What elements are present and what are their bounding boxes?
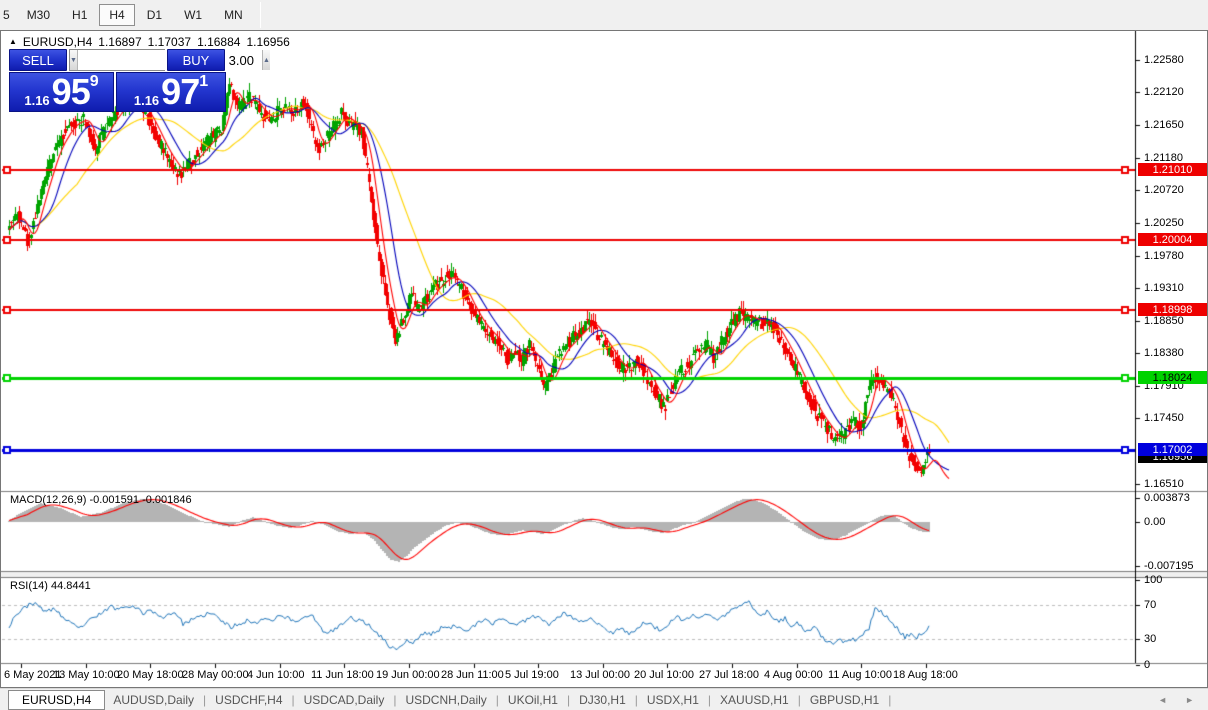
- volume-increase-button[interactable]: ▲: [261, 50, 270, 70]
- price-axis-tick: 1.19310: [1144, 282, 1184, 294]
- volume-decrease-button[interactable]: ▼: [70, 50, 78, 70]
- chart-title: ▲ EURUSD,H4 1.16897 1.17037 1.16884 1.16…: [9, 35, 290, 49]
- volume-stepper: ▼ ▲: [69, 49, 270, 71]
- sell-quote-button[interactable]: 1.16 95 9: [9, 72, 114, 112]
- time-axis-label: 11 Aug 10:00: [828, 669, 893, 681]
- buy-quote-button[interactable]: 1.16 97 1: [116, 72, 226, 112]
- tab-separator: |: [888, 692, 892, 707]
- time-axis-label: 13 Jul 00:00: [570, 669, 630, 681]
- timeframe-button-5[interactable]: 5: [1, 4, 15, 26]
- sell-price-pip: 9: [89, 73, 99, 90]
- rsi-axis-tick: 70: [1144, 599, 1157, 611]
- price-axis-tick: 1.22580: [1144, 54, 1184, 66]
- price-axis-tick: 1.21650: [1144, 119, 1184, 131]
- ohlc-high: 1.17037: [147, 35, 192, 49]
- ohlc-open: 1.16897: [98, 35, 142, 49]
- timeframe-button-H4[interactable]: H4: [99, 4, 135, 26]
- macd-axis-max: 0.003873: [1144, 492, 1190, 504]
- time-axis-label: 20 Jul 10:00: [634, 669, 694, 681]
- time-axis-label: 28 Jun 11:00: [441, 669, 504, 681]
- rsi-axis-tick: 0: [1144, 659, 1151, 671]
- time-axis-label: 28 May 00:00: [182, 669, 249, 681]
- price-axis-tick: 1.22120: [1144, 86, 1184, 98]
- buy-button[interactable]: BUY: [167, 49, 225, 71]
- ohlc-low: 1.16884: [197, 35, 241, 49]
- timeframe-button-D1[interactable]: D1: [137, 4, 172, 26]
- one-click-trading-panel: SELL ▼ ▲ BUY 1.16 95 9 1.16 97 1: [9, 49, 270, 112]
- timeframe-button-W1[interactable]: W1: [174, 4, 212, 26]
- chart-tab-UKOil[interactable]: UKOil,H1: [500, 691, 566, 709]
- timeframe-button-M30[interactable]: M30: [17, 4, 60, 26]
- price-axis-tick: 1.19780: [1144, 250, 1184, 262]
- chart-tab-USDX[interactable]: USDX,H1: [639, 691, 707, 709]
- buy-price-big: 97: [161, 71, 200, 112]
- hline-price-label[interactable]: 1.17002: [1138, 443, 1207, 456]
- buy-price-pip: 1: [199, 73, 209, 90]
- price-axis-tick: 1.17450: [1144, 412, 1184, 424]
- chart-symbol: EURUSD,H4: [22, 35, 93, 49]
- chart-tab-USDCAD[interactable]: USDCAD,Daily: [296, 691, 393, 709]
- hline-price-label[interactable]: 1.18024: [1138, 371, 1207, 384]
- price-axis-tick: 1.20720: [1144, 184, 1184, 196]
- tab-scroll-controls: ◄ ►: [1158, 695, 1194, 705]
- rsi-axis-tick: 30: [1144, 633, 1157, 645]
- collapse-triangle-icon[interactable]: ▲: [9, 38, 17, 46]
- timeframe-toolbar: 5 M30 H1 H4 D1 W1 MN: [0, 0, 1208, 30]
- macd-label: MACD(12,26,9) -0.001591 -0.001846: [10, 494, 192, 506]
- hline-price-label[interactable]: 1.20004: [1138, 233, 1207, 246]
- chart-tab-bar: EURUSD,H4 AUDUSD,Daily | USDCHF,H4 | USDCAD,D…: [0, 688, 1208, 710]
- sell-price-prefix: 1.16: [24, 93, 50, 108]
- tab-scroll-right-icon[interactable]: ►: [1185, 695, 1194, 705]
- time-axis-label: 19 Jun 00:00: [376, 669, 440, 681]
- time-axis-label: 11 Jun 18:00: [311, 669, 374, 681]
- ohlc-close: 1.16956: [246, 35, 290, 49]
- hline-price-label[interactable]: 1.21010: [1138, 163, 1207, 176]
- toolbar-separator: [259, 2, 261, 28]
- tab-scroll-left-icon[interactable]: ◄: [1158, 695, 1167, 705]
- rsi-panel[interactable]: [2, 578, 1135, 663]
- chart-window: ▲ EURUSD,H4 1.16897 1.17037 1.16884 1.16…: [0, 30, 1208, 688]
- macd-axis-zero: 0.00: [1144, 516, 1166, 528]
- price-axis-tick: 1.20250: [1144, 217, 1184, 229]
- chart-tab-AUDUSD[interactable]: AUDUSD,Daily: [105, 691, 202, 709]
- macd-axis-min: -0.007195: [1144, 560, 1194, 572]
- price-axis-tick: 1.18380: [1144, 347, 1184, 359]
- time-axis-label: 5 Jul 19:00: [505, 669, 559, 681]
- chart-tab-USDCNH[interactable]: USDCNH,Daily: [397, 691, 494, 709]
- chart-tab-DJ30[interactable]: DJ30,H1: [571, 691, 634, 709]
- timeframe-button-MN[interactable]: MN: [214, 4, 253, 26]
- time-axis-label: 13 May 10:00: [53, 669, 120, 681]
- chart-tab-GBPUSD[interactable]: GBPUSD,H1: [802, 691, 887, 709]
- sell-price-big: 95: [51, 71, 91, 112]
- price-axis-tick: 1.16510: [1144, 478, 1184, 490]
- time-axis-label: 18 Aug 18:00: [893, 669, 958, 681]
- buy-price-prefix: 1.16: [133, 93, 160, 108]
- rsi-label: RSI(14) 44.8441: [10, 580, 91, 592]
- time-axis-label: 4 Jun 10:00: [247, 669, 305, 681]
- timeframe-button-H1[interactable]: H1: [62, 4, 97, 26]
- time-axis-label: 20 May 18:00: [117, 669, 184, 681]
- time-axis-label: 4 Aug 00:00: [764, 669, 823, 681]
- rsi-axis-tick: 100: [1144, 574, 1163, 586]
- chart-tab-EURUSD[interactable]: EURUSD,H4: [8, 689, 106, 710]
- hline-price-label[interactable]: 1.18998: [1138, 303, 1207, 316]
- time-axis-label: 27 Jul 18:00: [699, 669, 759, 681]
- chart-tab-USDCHF[interactable]: USDCHF,H4: [207, 691, 290, 709]
- sell-button[interactable]: SELL: [9, 49, 67, 71]
- chart-tab-XAUUSD[interactable]: XAUUSD,H1: [712, 691, 797, 709]
- price-axis-tick: 1.18850: [1144, 315, 1184, 327]
